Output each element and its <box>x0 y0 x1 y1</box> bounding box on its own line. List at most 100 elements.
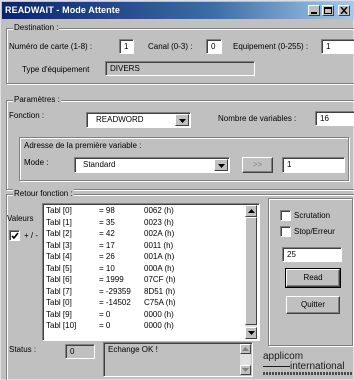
sign-label: + / - <box>24 231 39 240</box>
next-address-label: >> <box>252 160 263 170</box>
sign-checkbox[interactable] <box>9 230 20 241</box>
minimize-button[interactable] <box>308 5 320 16</box>
row-name: Tabl [9] <box>46 309 72 319</box>
equipment-label: Equipement (0-255) : <box>233 42 309 51</box>
logo-line2: international <box>290 361 345 372</box>
nb-variables-label: Nombre de variables : <box>218 114 297 123</box>
row-name: Tabl [2] <box>46 229 72 238</box>
address-value: 1 <box>287 160 292 169</box>
read-button[interactable]: Read <box>285 268 341 288</box>
row-dec: = -14502 <box>99 298 131 307</box>
row-dec: = -29359 <box>99 286 131 296</box>
channel-value: 0 <box>211 42 216 51</box>
chevron-down-icon <box>218 164 225 168</box>
row-dec: = 26 <box>99 252 115 261</box>
row-name: Tabl [6] <box>46 275 72 284</box>
scrutation-label: Scrutation <box>294 211 331 220</box>
equipment-field[interactable]: 1 <box>321 39 354 54</box>
quit-button[interactable]: Quitter <box>286 296 340 314</box>
title-bar[interactable]: READWAIT - Mode Attente <box>2 2 354 19</box>
status-label: Status : <box>9 345 37 354</box>
status-scrollbar[interactable] <box>240 344 251 375</box>
row-dec: = 0 <box>99 309 111 319</box>
row-dec: = 17 <box>99 240 115 250</box>
arrow-up-icon <box>242 347 249 351</box>
minimize-icon <box>311 12 317 14</box>
stop-error-label: Stop/Erreur <box>294 227 335 236</box>
status-message-value: Echange OK ! <box>108 345 158 354</box>
read-button-label: Read <box>303 273 323 283</box>
row-name: Tabl [5] <box>46 263 72 273</box>
row-name: Tabl [10] <box>46 321 77 330</box>
close-icon <box>340 7 348 14</box>
window-title: READWAIT - Mode Attente <box>5 5 120 15</box>
next-address-button[interactable]: >> <box>242 157 273 173</box>
scroll-thumb[interactable] <box>245 217 257 325</box>
parameters-group-label: Paramètres : <box>13 95 61 104</box>
row-hex: 0023 (h) <box>144 217 174 227</box>
stop-error-checkbox[interactable] <box>280 226 291 237</box>
row-hex: 0000 (h) <box>144 321 174 330</box>
applicom-logo: applicom international <box>260 351 354 379</box>
function-select[interactable]: READWORD <box>86 112 191 128</box>
card-number-field[interactable]: 1 <box>119 39 134 54</box>
row-hex: 000A (h) <box>144 263 175 273</box>
row-hex: 001A (h) <box>144 252 175 261</box>
status-scroll-down-button[interactable] <box>240 365 251 375</box>
maximize-button[interactable] <box>322 5 334 16</box>
nb-variables-field[interactable]: 16 <box>315 111 354 126</box>
function-value: READWORD <box>96 115 144 124</box>
values-scrollbar[interactable] <box>245 205 257 339</box>
table-row[interactable]: Tabl [1] = 35 0023 (h) <box>43 218 189 228</box>
table-row[interactable]: Tabl [7] = -29359 8D51 (h) <box>43 287 189 297</box>
scroll-down-button[interactable] <box>245 327 257 339</box>
table-row[interactable]: Tabl [9] = 0 0000 (h) <box>43 310 189 320</box>
status-scroll-up-button[interactable] <box>240 344 251 354</box>
table-row[interactable]: Tabl [6] = 1999 07CF (h) <box>43 275 189 285</box>
status-message-field: Echange OK ! <box>103 342 253 377</box>
mode-select[interactable]: Standard <box>74 157 230 173</box>
row-dec: = 1999 <box>99 275 124 284</box>
status-code-field: 0 <box>65 344 95 359</box>
function-label: Fonction : <box>9 111 45 120</box>
row-hex: 07CF (h) <box>144 275 176 284</box>
logo-underline <box>263 366 290 367</box>
equipment-type-value: DIVERS <box>110 64 140 73</box>
function-dropdown-button[interactable] <box>175 114 189 126</box>
channel-field[interactable]: 0 <box>206 39 222 54</box>
row-name: Tabl [1] <box>46 217 72 227</box>
interval-value: 25 <box>287 250 296 259</box>
table-row[interactable]: Tabl [4] = 26 001A (h) <box>43 252 189 262</box>
table-row[interactable]: Tabl [3] = 17 0011 (h) <box>43 241 189 251</box>
address-field[interactable]: 1 <box>282 157 345 173</box>
readwait-window: READWAIT - Mode Attente Destination : Nu… <box>0 0 354 380</box>
scroll-up-button[interactable] <box>245 205 257 217</box>
row-name: Tabl [3] <box>46 240 72 250</box>
row-hex: 0000 (h) <box>144 309 174 319</box>
scrutation-checkbox[interactable] <box>280 210 291 221</box>
mode-dropdown-button[interactable] <box>214 159 228 171</box>
row-hex: 0062 (h) <box>144 206 174 215</box>
close-button[interactable] <box>338 5 350 16</box>
row-hex: C75A (h) <box>144 298 176 307</box>
table-row[interactable]: Tabl [5] = 10 000A (h) <box>43 264 189 274</box>
row-hex: 8D51 (h) <box>144 286 176 296</box>
row-name: Tabl [0] <box>46 206 72 215</box>
row-name: Tabl [0] <box>46 298 72 307</box>
maximize-icon <box>324 7 332 14</box>
table-row[interactable]: Tabl [0] = 98 0062 (h) <box>43 206 189 216</box>
table-row[interactable]: Tabl [10] = 0 0000 (h) <box>43 321 189 331</box>
table-row[interactable]: Tabl [2] = 42 002A (h) <box>43 229 189 239</box>
arrow-up-icon <box>248 209 255 213</box>
values-list[interactable]: Tabl [0] = 98 0062 (h) Tabl [1] = 35 0023 (h)… <box>42 203 260 341</box>
row-name: Tabl [4] <box>46 252 72 261</box>
nb-variables-value: 16 <box>320 114 329 123</box>
status-code-value: 0 <box>70 347 75 356</box>
row-dec: = 35 <box>99 217 115 227</box>
card-number-value: 1 <box>124 42 129 51</box>
destination-group-label: Destination : <box>13 23 60 32</box>
row-dec: = 10 <box>99 263 115 273</box>
row-name: Tabl [7] <box>46 286 72 296</box>
interval-field[interactable]: 25 <box>282 247 342 262</box>
table-row[interactable]: Tabl [0] = -14502 C75A (h) <box>43 298 189 308</box>
